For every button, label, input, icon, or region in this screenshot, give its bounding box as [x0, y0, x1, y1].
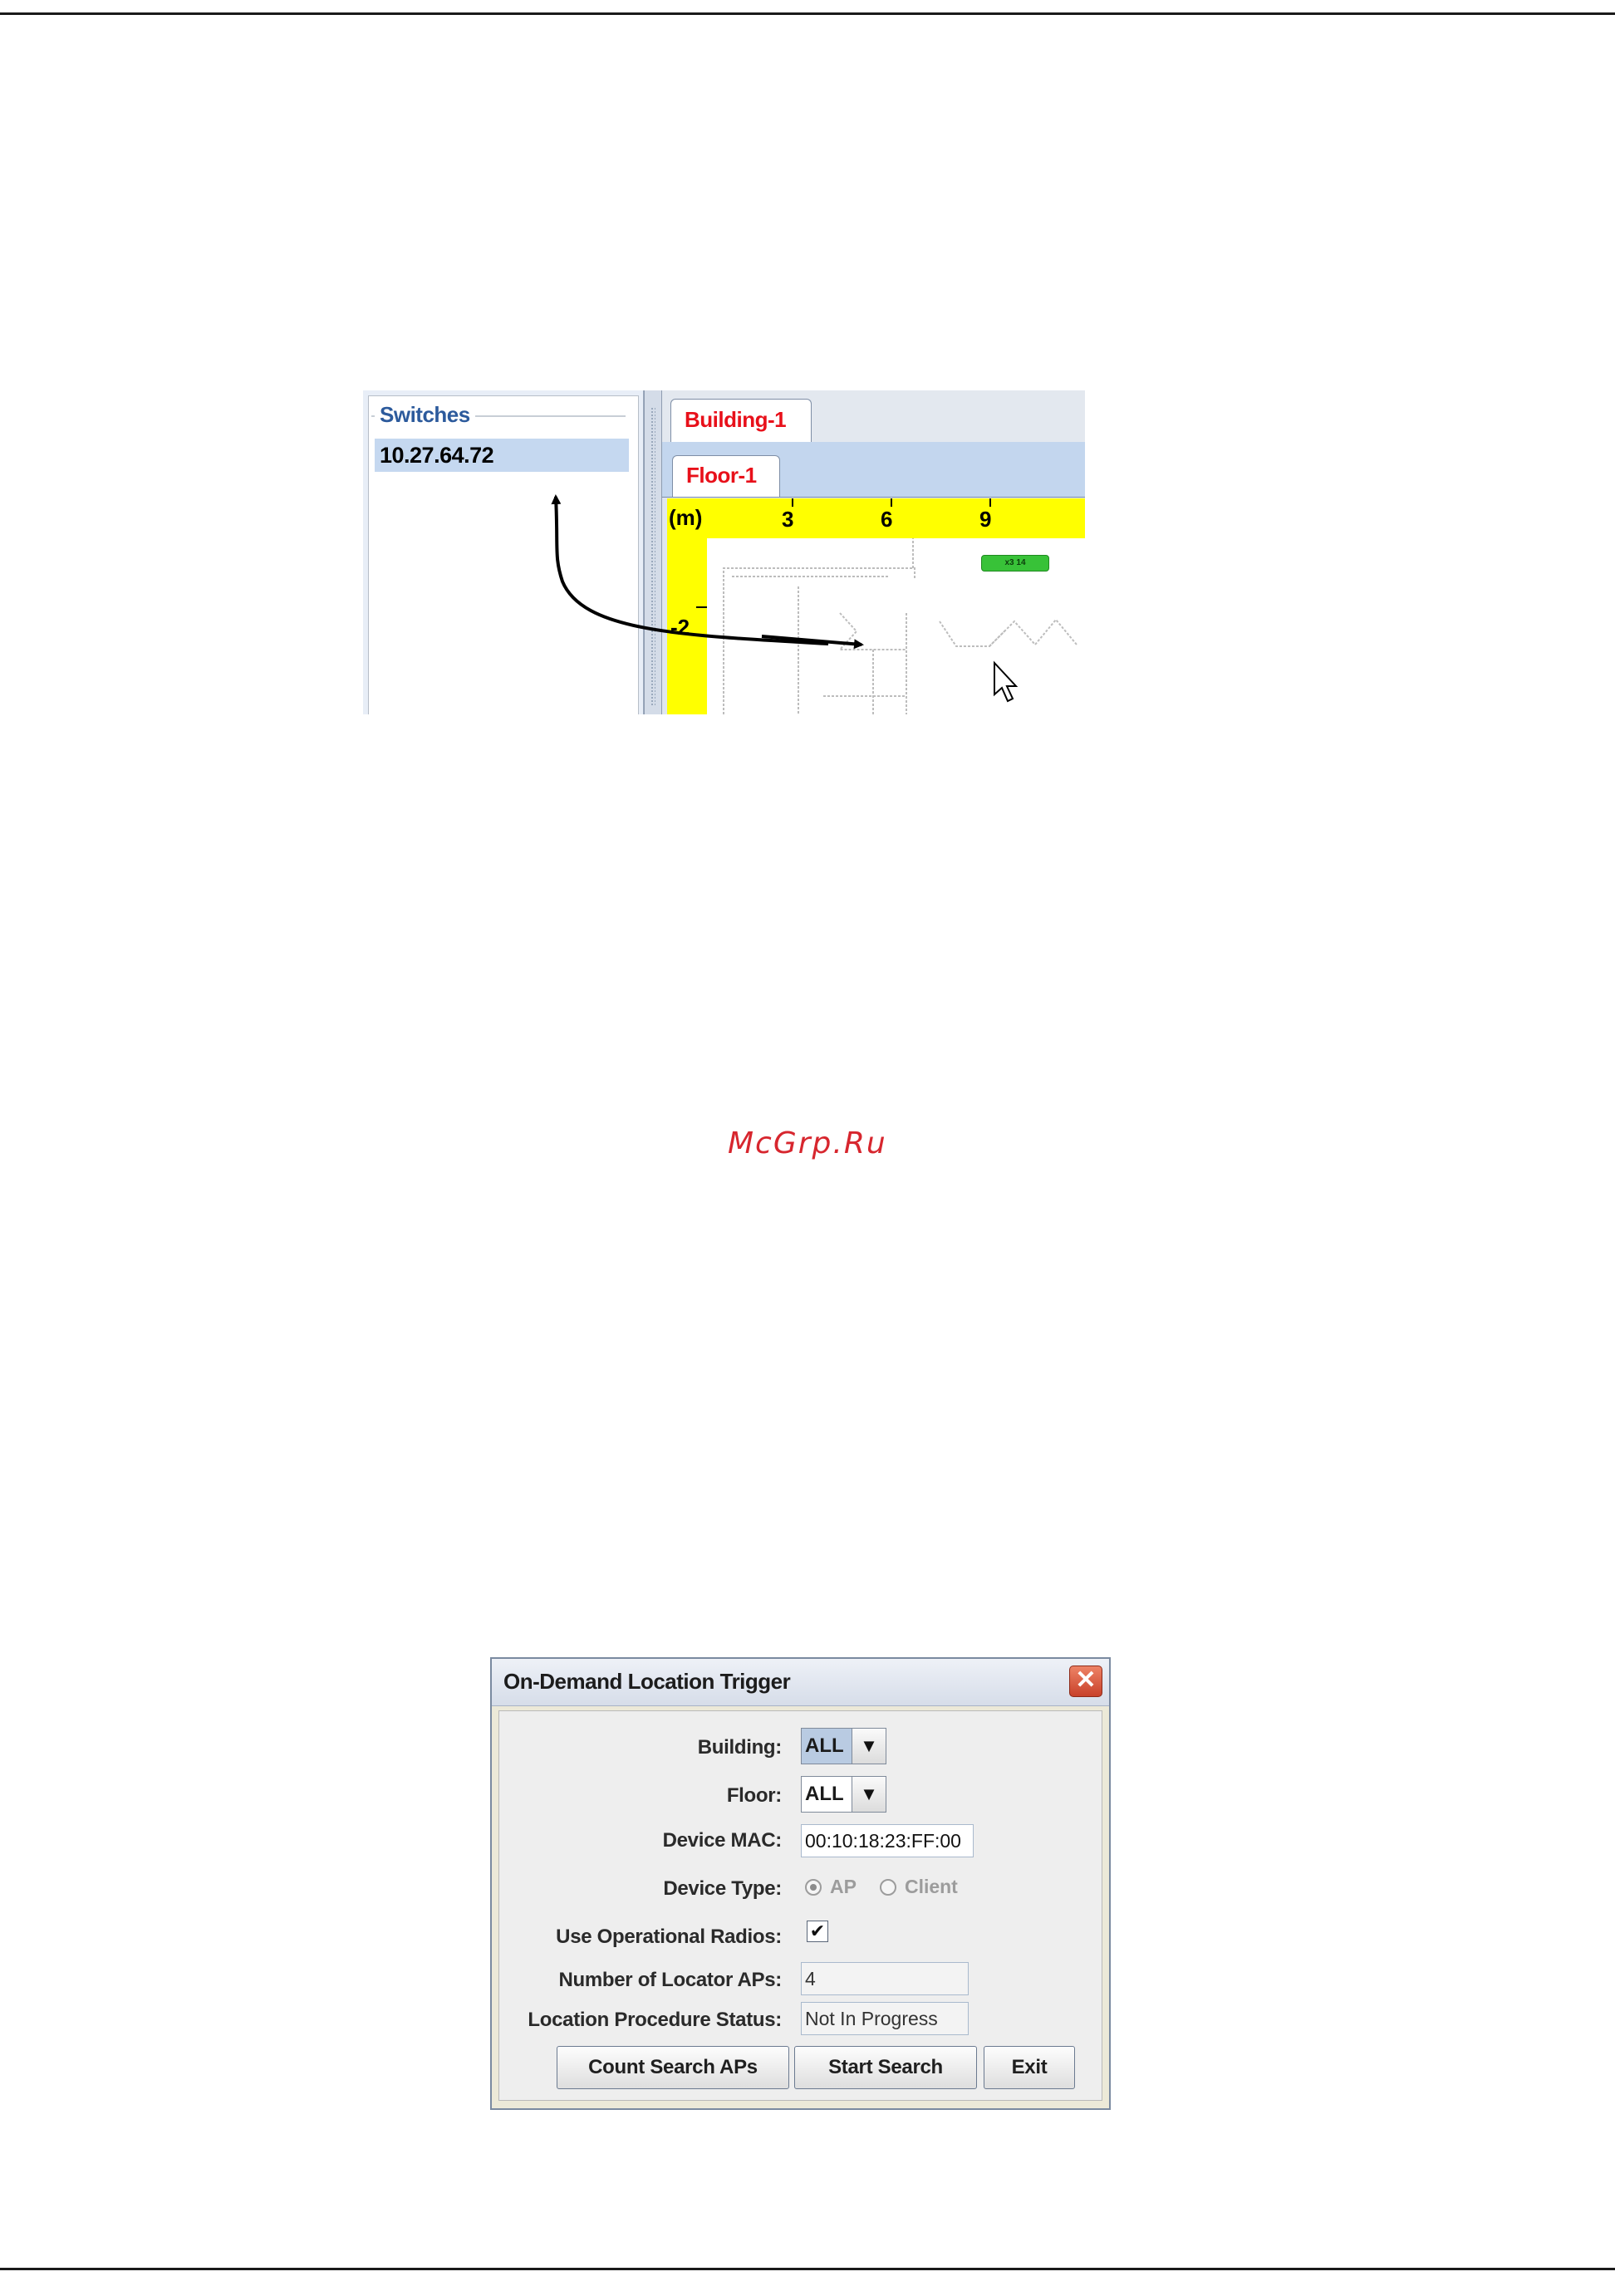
drag-arrow-overlay — [551, 494, 1019, 703]
bottom-rule — [0, 2268, 1615, 2270]
dialog-titlebar[interactable]: On-Demand Location Trigger ✕ — [492, 1659, 1109, 1706]
building-combo[interactable]: ALL ▼ — [801, 1728, 886, 1764]
location-status-field: Not In Progress — [801, 2002, 969, 2035]
count-search-aps-button[interactable]: Count Search APs — [557, 2046, 789, 2089]
mouse-pointer-icon — [994, 660, 1019, 703]
switch-map-screenshot: Switches 10.27.64.72 Building-1 Floor-1 … — [363, 390, 1085, 714]
floor-combo[interactable]: ALL ▼ — [801, 1776, 886, 1813]
floor-label: Floor: — [726, 1784, 782, 1807]
exit-button[interactable]: Exit — [984, 2046, 1075, 2089]
start-search-button[interactable]: Start Search — [794, 2046, 977, 2089]
watermark: McGrp.Ru — [728, 1126, 887, 1160]
top-rule — [0, 12, 1615, 15]
device-type-client-radio[interactable] — [879, 1878, 896, 1896]
floor-combo-value: ALL — [805, 1783, 844, 1805]
device-type-label: Device Type: — [663, 1877, 782, 1900]
dialog-body: Building: ALL ▼ Floor: ALL ▼ Device MAC:… — [498, 1710, 1102, 2101]
device-type-ap-label: AP — [830, 1876, 857, 1897]
chevron-down-icon[interactable]: ▼ — [852, 1777, 886, 1812]
use-operational-radios-checkbox[interactable]: ✔ — [807, 1921, 828, 1942]
dialog-title: On-Demand Location Trigger — [503, 1669, 791, 1694]
device-mac-field[interactable]: 00:10:18:23:FF:00 — [801, 1824, 974, 1857]
on-demand-location-trigger-dialog: On-Demand Location Trigger ✕ Building: A… — [490, 1657, 1111, 2110]
device-type-client-label: Client — [904, 1876, 958, 1897]
chevron-down-icon[interactable]: ▼ — [852, 1729, 886, 1764]
location-status-label: Location Procedure Status: — [528, 2009, 782, 2031]
building-label: Building: — [697, 1736, 783, 1759]
device-type-ap-radio[interactable] — [805, 1878, 822, 1896]
drag-arrow-path — [551, 494, 829, 645]
device-mac-label: Device MAC: — [662, 1829, 783, 1852]
building-combo-value: ALL — [802, 1729, 852, 1764]
close-icon[interactable]: ✕ — [1069, 1666, 1102, 1697]
num-locator-aps-label: Number of Locator APs: — [558, 1969, 782, 1991]
use-operational-radios-label: Use Operational Radios: — [556, 1926, 782, 1948]
num-locator-aps-field: 4 — [801, 1962, 969, 1995]
device-type-radio-group: AP Client — [805, 1876, 973, 1898]
